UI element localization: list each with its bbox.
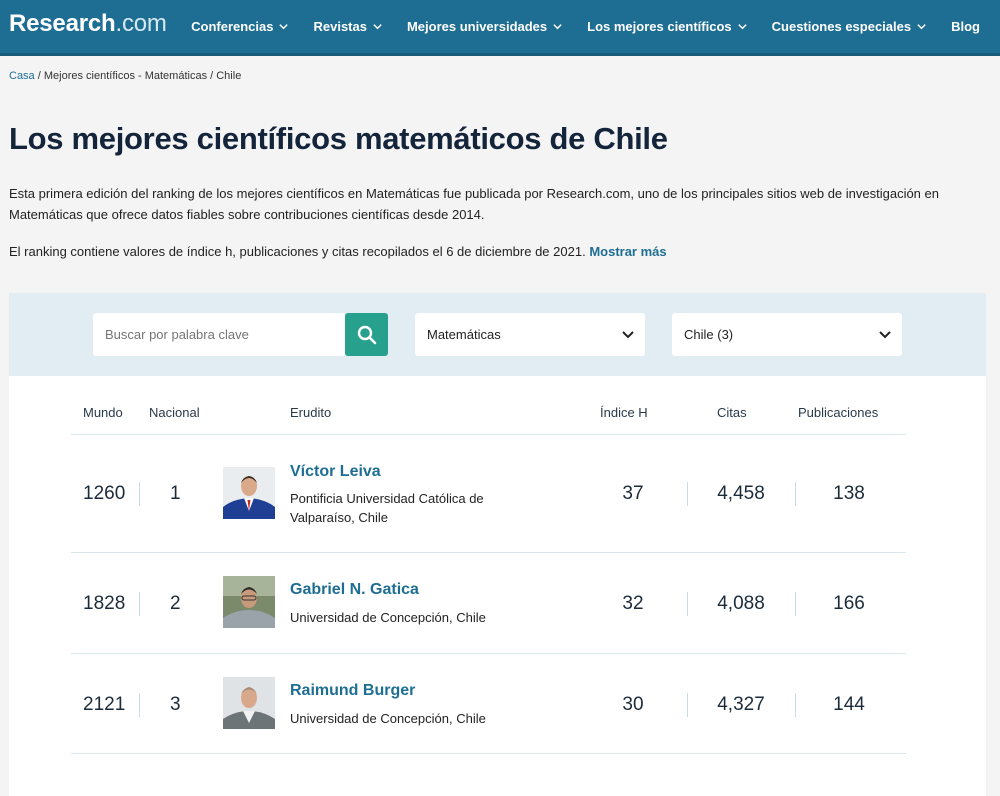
- column-divider: [795, 592, 796, 616]
- column-header-world[interactable]: Mundo: [83, 405, 123, 420]
- publications-value: 144: [833, 694, 865, 715]
- world-rank: 2121: [83, 694, 126, 715]
- column-header-national[interactable]: Nacional: [149, 405, 200, 420]
- search-icon: [357, 325, 376, 344]
- nav-item-label: Mejores universidades: [406, 19, 548, 34]
- nav-item-blog[interactable]: Blog: [951, 19, 980, 34]
- column-divider: [795, 482, 796, 506]
- world-rank: 1260: [83, 483, 126, 504]
- h-index-value: 37: [622, 483, 644, 504]
- citations-value: 4,458: [717, 483, 765, 504]
- h-index-value: 32: [622, 593, 644, 614]
- table-row: 1828 2 Gabriel N. Gatica Universidad de …: [71, 553, 906, 654]
- nav-item-label: Blog: [951, 19, 980, 34]
- scholar-avatar[interactable]: [223, 677, 275, 729]
- field-select[interactable]: Matemáticas: [415, 313, 645, 356]
- country-select[interactable]: Chile (3): [672, 313, 902, 356]
- column-divider: [139, 693, 140, 717]
- publications-value: 166: [833, 593, 865, 614]
- nav-item-label: Cuestiones especiales: [771, 19, 912, 34]
- scholar-institution: Universidad de Concepción, Chile: [290, 610, 486, 625]
- scholar-institution: Pontificia Universidad Católica de Valpa…: [290, 491, 484, 525]
- breadcrumb: Casa / Mejores científicos - Matemáticas…: [9, 70, 241, 82]
- table-header: Mundo Nacional Erudito Índice H Citas Pu…: [71, 403, 906, 435]
- column-header-scholar: Erudito: [290, 405, 332, 420]
- site-logo[interactable]: Research.com: [9, 10, 167, 38]
- logo-tld: .com: [115, 10, 167, 37]
- chevron-down-icon: [879, 331, 891, 339]
- filter-bar: Matemáticas Chile (3): [9, 293, 986, 376]
- column-divider: [687, 482, 688, 506]
- column-divider: [139, 482, 140, 506]
- chevron-down-icon: [553, 24, 562, 30]
- scholar-avatar[interactable]: [223, 467, 275, 519]
- column-divider: [139, 592, 140, 616]
- chevron-down-icon: [279, 24, 289, 30]
- intro-paragraph-2: El ranking contiene valores de índice h,…: [9, 241, 994, 262]
- table-row: 2121 3 Raimund Burger Universidad de Con…: [71, 654, 906, 754]
- publications-value: 138: [833, 483, 865, 504]
- scholar-institution: Universidad de Concepción, Chile: [290, 711, 486, 726]
- table-row: 1260 1 Víctor Leiva Pontificia Universid…: [71, 435, 906, 553]
- chevron-down-icon: [737, 24, 747, 30]
- logo-brand: Research: [9, 10, 116, 37]
- chevron-down-icon: [917, 24, 926, 30]
- national-rank: 1: [170, 483, 181, 504]
- scholar-avatar[interactable]: [223, 576, 275, 628]
- scholar-name-link[interactable]: Víctor Leiva: [290, 463, 381, 481]
- column-divider: [687, 592, 688, 616]
- show-more-link[interactable]: Mostrar más: [589, 244, 666, 259]
- citations-value: 4,088: [717, 593, 765, 614]
- nav-item-special-issues[interactable]: Cuestiones especiales: [772, 19, 927, 34]
- nav-item-label: Los mejores científicos: [587, 19, 732, 34]
- citations-value: 4,327: [717, 694, 765, 715]
- ranking-info-text: El ranking contiene valores de índice h,…: [9, 244, 586, 259]
- scholar-name-link[interactable]: Gabriel N. Gatica: [290, 581, 419, 599]
- nav-item-label: Revistas: [313, 19, 367, 34]
- nav-item-universities[interactable]: Mejores universidades: [407, 19, 563, 34]
- field-select-value: Matemáticas: [427, 327, 501, 342]
- column-header-citations[interactable]: Citas: [717, 405, 747, 420]
- chevron-down-icon: [622, 331, 634, 339]
- page-title: Los mejores científicos matemáticos de C…: [9, 121, 668, 156]
- search-button[interactable]: [345, 313, 388, 356]
- country-select-value: Chile (3): [684, 327, 734, 342]
- world-rank: 1828: [83, 593, 126, 614]
- keyword-search-input[interactable]: [93, 313, 345, 356]
- column-header-publications[interactable]: Publicaciones: [798, 405, 878, 420]
- nav-item-label: Conferencias: [191, 19, 274, 34]
- national-rank: 3: [170, 694, 181, 715]
- intro-paragraph: Esta primera edición del ranking de los …: [9, 186, 939, 222]
- main-nav: Conferencias Revistas Mejores universida…: [167, 0, 980, 53]
- scholar-name-link[interactable]: Raimund Burger: [290, 682, 415, 700]
- national-rank: 2: [170, 593, 181, 614]
- nav-item-scientists[interactable]: Los mejores científicos: [587, 19, 748, 34]
- column-header-hindex[interactable]: Índice H: [600, 405, 648, 420]
- column-divider: [795, 693, 796, 717]
- breadcrumb-home-link[interactable]: Casa: [9, 70, 35, 82]
- column-divider: [687, 693, 688, 717]
- nav-item-conferences[interactable]: Conferencias: [191, 19, 289, 34]
- nav-item-journals[interactable]: Revistas: [313, 19, 382, 34]
- h-index-value: 30: [622, 694, 644, 715]
- breadcrumb-trail: / Mejores científicos - Matemáticas / Ch…: [34, 70, 242, 82]
- site-header: Research.com Conferencias Revistas Mejor…: [0, 0, 1000, 56]
- chevron-down-icon: [373, 24, 382, 30]
